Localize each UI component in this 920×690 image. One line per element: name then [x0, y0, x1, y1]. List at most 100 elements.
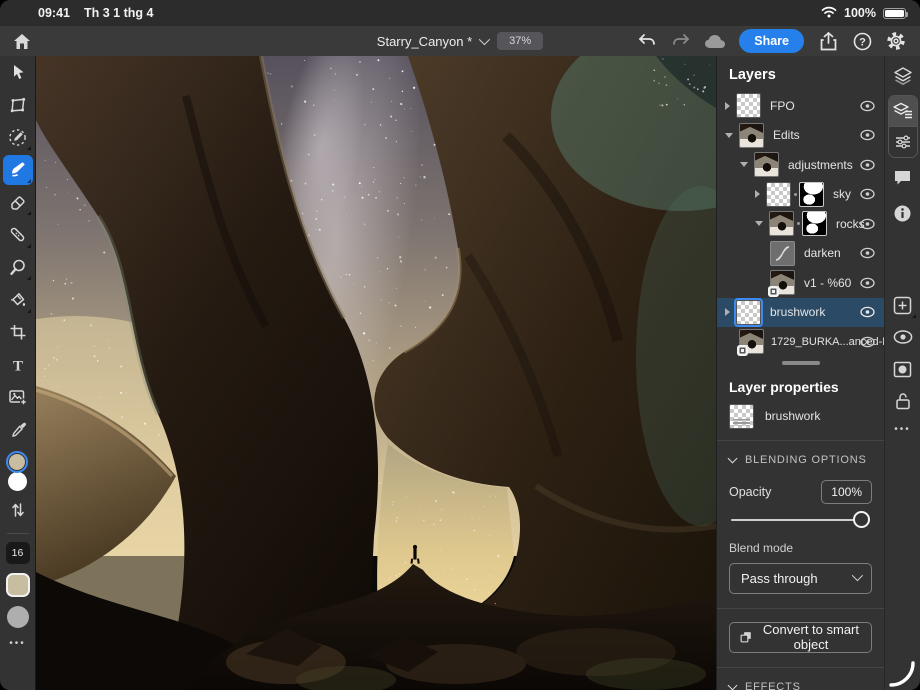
layer-thumbnail — [736, 300, 761, 325]
crop-tool[interactable] — [3, 317, 33, 347]
layer-thumbnail — [769, 211, 794, 236]
corner-gesture-indicator[interactable] — [887, 659, 917, 689]
panel-resize-handle[interactable] — [717, 357, 884, 369]
mask-link-dot — [794, 193, 797, 196]
color-swatches[interactable] — [3, 450, 33, 494]
layer-properties-panel: Layer properties brushwork BLENDING OPTI… — [717, 369, 884, 690]
background-color-swatch[interactable] — [8, 472, 27, 491]
brush-color-swatch[interactable] — [6, 573, 30, 597]
zoom-level-badge[interactable]: 37% — [497, 32, 543, 50]
layers-view-icon[interactable] — [888, 61, 918, 91]
visibility-eye-icon[interactable] — [860, 248, 875, 259]
visibility-eye-icon[interactable] — [860, 307, 875, 318]
layer-row-fpo[interactable]: FPO — [717, 91, 884, 121]
brush-opacity-swatch[interactable] — [7, 606, 29, 628]
fill-bucket-tool[interactable] — [3, 285, 33, 315]
svg-text:?: ? — [859, 36, 866, 48]
visibility-eye-icon[interactable] — [860, 159, 875, 170]
divider — [7, 533, 29, 534]
chevron-down-icon[interactable] — [755, 221, 763, 226]
battery-icon — [883, 8, 906, 19]
layer-row-sky[interactable]: sky — [717, 180, 884, 210]
document-title-menu[interactable]: Starry_Canyon * — [377, 34, 487, 49]
blending-options-section-toggle[interactable]: BLENDING OPTIONS — [729, 441, 872, 470]
brush-size-badge[interactable]: 16 — [6, 542, 30, 564]
foreground-color-swatch[interactable] — [6, 451, 28, 473]
layer-row-darken[interactable]: darken — [717, 239, 884, 269]
swap-colors-button[interactable] — [3, 498, 33, 522]
document-canvas[interactable] — [36, 56, 716, 690]
eraser-tool[interactable] — [3, 187, 33, 217]
layer-row-edits[interactable]: Edits — [717, 121, 884, 151]
info-icon[interactable] — [888, 198, 918, 228]
visibility-eye-icon[interactable] — [860, 130, 875, 141]
place-image-tool[interactable] — [3, 382, 33, 412]
chevron-right-icon[interactable] — [725, 102, 730, 110]
layer-properties-panel-icon[interactable] — [889, 96, 917, 126]
layer-row-rocks[interactable]: rocks — [717, 209, 884, 239]
layer-mask-icon[interactable] — [888, 354, 918, 384]
home-button[interactable] — [8, 28, 36, 54]
smart-object-icon — [740, 629, 752, 645]
layer-row-background-image[interactable]: 1729_BURKA...anced-NR33 — [717, 327, 884, 357]
add-layer-icon[interactable] — [888, 290, 918, 320]
chevron-down-icon — [852, 569, 863, 580]
lock-layer-icon[interactable] — [888, 386, 918, 416]
blend-mode-value: Pass through — [741, 571, 818, 586]
layers-panel: Layers FPO Edits adjustments — [716, 56, 884, 690]
tool-options-indicator — [27, 309, 31, 313]
undo-button[interactable] — [633, 28, 661, 54]
layer-properties-title: Layer properties — [729, 371, 872, 404]
layer-mask-thumbnail — [802, 211, 827, 236]
opacity-value-field[interactable]: 100% — [821, 480, 872, 504]
date: Th 3 1 thg 4 — [84, 6, 153, 20]
layer-thumbnail — [766, 182, 791, 207]
more-tools-ellipsis[interactable]: ••• — [9, 638, 26, 649]
chevron-right-icon[interactable] — [725, 308, 730, 316]
chevron-right-icon[interactable] — [755, 190, 760, 198]
tool-options-indicator — [27, 244, 31, 248]
task-bar: ••• — [884, 56, 920, 690]
tool-options-indicator — [27, 179, 31, 183]
redo-button[interactable] — [667, 28, 695, 54]
export-icon[interactable] — [814, 28, 842, 54]
visibility-eye-icon[interactable] — [860, 218, 875, 229]
share-button[interactable]: Share — [739, 29, 804, 53]
tool-options-indicator — [27, 276, 31, 280]
visibility-eye-icon[interactable] — [860, 189, 875, 200]
cloud-sync-icon[interactable] — [701, 28, 729, 54]
layer-row-adjustments[interactable]: adjustments — [717, 150, 884, 180]
layer-row-v1[interactable]: v1 - %60 — [717, 268, 884, 298]
settings-gear-icon[interactable] — [882, 28, 910, 54]
select-brush-tool[interactable] — [3, 122, 33, 152]
layer-row-brushwork[interactable]: brushwork — [717, 298, 884, 328]
type-tool[interactable]: T — [3, 350, 33, 380]
brush-tool[interactable] — [3, 155, 33, 185]
transform-tool[interactable] — [3, 90, 33, 120]
more-options-ellipsis[interactable]: ••• — [894, 424, 911, 435]
layer-visibility-icon[interactable] — [888, 322, 918, 352]
help-button[interactable]: ? — [848, 28, 876, 54]
workspace: T 16 ••• — [0, 56, 920, 690]
eyedropper-tool[interactable] — [3, 415, 33, 445]
layer-thumbnail — [754, 152, 779, 177]
visibility-eye-icon[interactable] — [860, 100, 875, 111]
convert-to-smart-object-button[interactable]: Convert to smart object — [729, 622, 872, 653]
canyon-night-photo — [36, 56, 716, 690]
selected-layer-thumbnail — [729, 404, 754, 429]
blend-mode-dropdown[interactable]: Pass through — [729, 563, 872, 594]
effects-section-toggle[interactable]: EFFECTS — [729, 668, 872, 690]
wifi-icon — [821, 6, 837, 21]
comments-icon[interactable] — [888, 162, 918, 192]
move-tool[interactable] — [3, 57, 33, 87]
chevron-down-icon[interactable] — [725, 133, 733, 138]
adjustments-panel-icon[interactable] — [889, 127, 917, 157]
zoom-loupe-tool[interactable] — [3, 252, 33, 282]
opacity-slider[interactable] — [731, 507, 870, 533]
visibility-eye-icon[interactable] — [860, 336, 875, 347]
visibility-eye-icon[interactable] — [860, 277, 875, 288]
button-label: Convert to smart object — [761, 622, 861, 652]
chevron-down-icon[interactable] — [740, 162, 748, 167]
slider-knob[interactable] — [853, 511, 870, 528]
healing-brush-tool[interactable] — [3, 220, 33, 250]
